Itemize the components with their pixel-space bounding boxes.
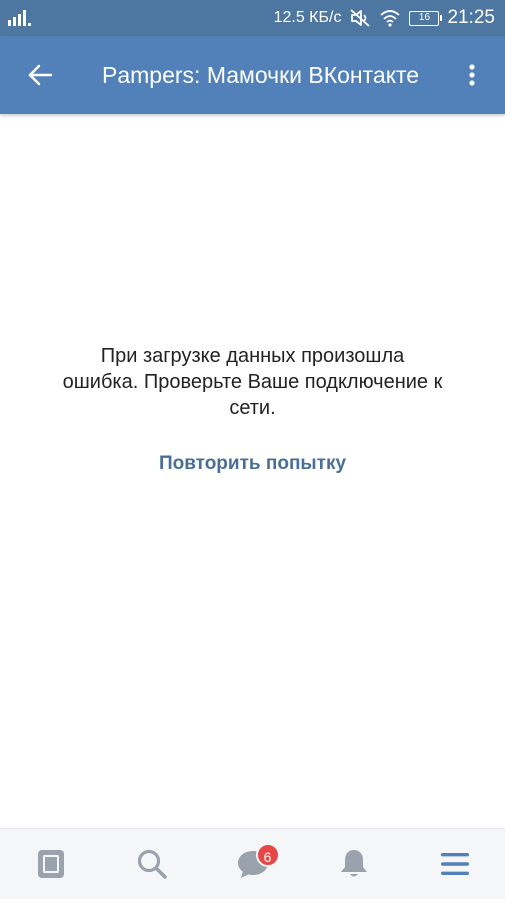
nav-search[interactable] [101, 829, 202, 899]
nav-notifications[interactable] [303, 829, 404, 899]
network-speed: 12.5 КБ/с [273, 9, 342, 26]
wifi-icon [380, 10, 401, 27]
messages-badge: 6 [255, 843, 280, 867]
nav-messages[interactable]: 6 [202, 829, 303, 899]
toolbar: Pampers: Мамочки ВКонтакте [0, 36, 505, 114]
notifications-icon [340, 850, 367, 877]
arrow-left-icon [28, 64, 53, 86]
news-icon [37, 850, 64, 878]
error-message: При загрузке данных произошла ошибка. Пр… [62, 345, 443, 419]
status-bar-right: 12.5 КБ/с 16 21:25 [274, 0, 495, 36]
more-options-button[interactable] [457, 53, 487, 97]
more-vertical-icon [469, 64, 475, 86]
signal-icon [8, 10, 31, 26]
battery-icon: 16 [409, 10, 443, 26]
clock: 21:25 [447, 7, 495, 28]
mute-icon [350, 9, 371, 27]
nav-news[interactable] [0, 829, 101, 899]
menu-icon [440, 853, 469, 875]
error-block: При загрузке данных произошла ошибка. Пр… [0, 343, 505, 475]
screen: 12.5 КБ/с 16 21:25 Pampers: Мамочки ВКон… [0, 0, 505, 899]
bottom-nav: 6 [0, 828, 505, 899]
nav-menu[interactable] [404, 829, 505, 899]
retry-button[interactable]: Повторить попытку [159, 453, 346, 475]
status-bar: 12.5 КБ/с 16 21:25 [0, 0, 505, 36]
battery-level: 16 [418, 11, 431, 23]
back-button[interactable] [18, 53, 62, 97]
page-title: Pampers: Мамочки ВКонтакте [102, 62, 420, 88]
search-icon [137, 849, 167, 879]
